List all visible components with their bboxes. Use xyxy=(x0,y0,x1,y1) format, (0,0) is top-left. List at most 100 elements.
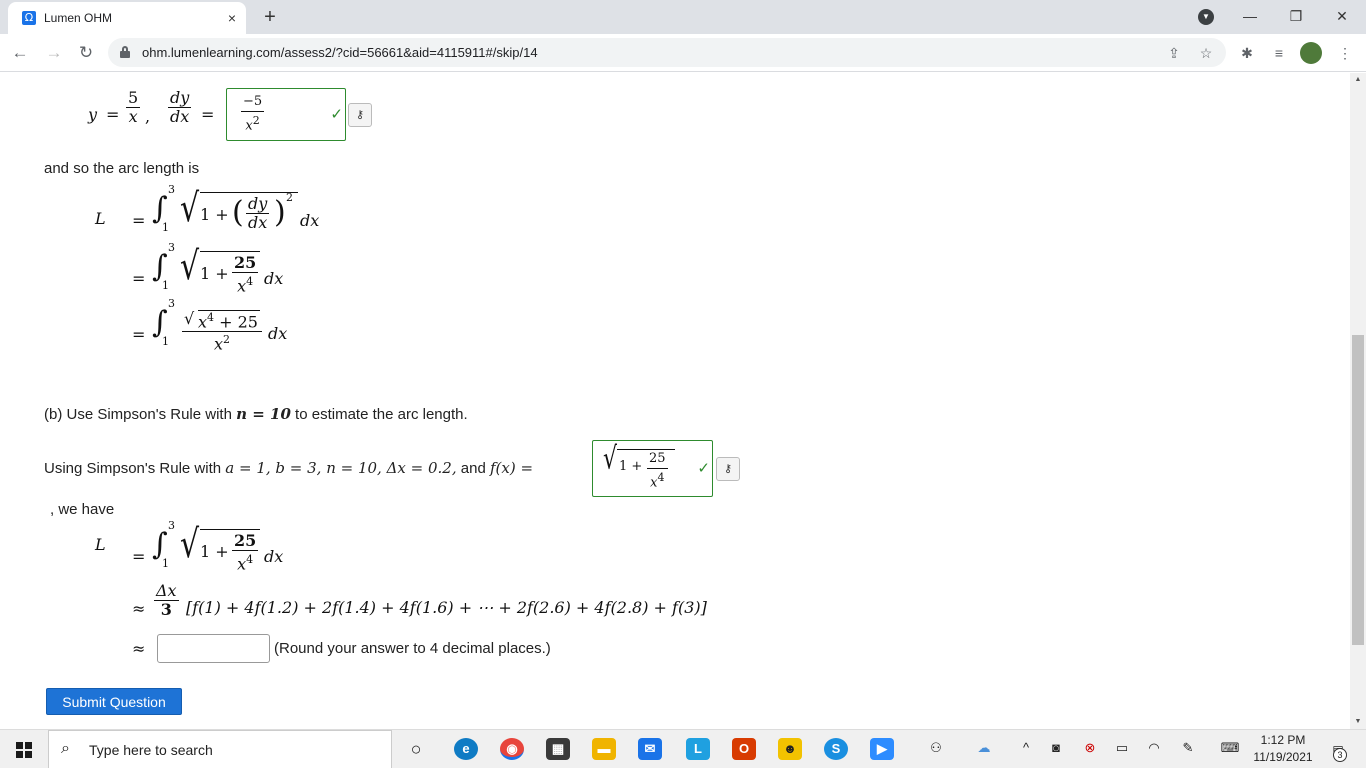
taskbar-search-box[interactable]: ⌕ Type here to search xyxy=(48,730,392,768)
extensions-puzzle-icon[interactable]: ✱ xyxy=(1236,42,1258,64)
microsoft-store-icon[interactable]: ▦ xyxy=(546,738,570,760)
omega-favicon-icon: Ω xyxy=(22,11,36,25)
zoom-icon[interactable]: ▶ xyxy=(870,738,894,760)
line4-equals: = xyxy=(132,547,146,566)
answer1-exponent: 2 xyxy=(252,114,260,127)
page-content: y = 5x , dy dx = −5 x2 ✓ ⚷ and so the arc … xyxy=(0,73,1350,729)
eq1-numerator: 5 xyxy=(128,88,139,107)
browser-tab-strip: Ω Lumen OHM × + ▼ — ❐ ✕ xyxy=(0,0,1366,34)
share-icon[interactable]: ⇪ xyxy=(1164,43,1184,63)
edge-browser-icon[interactable]: e xyxy=(454,738,478,760)
office-icon[interactable]: O xyxy=(732,738,756,760)
using-pre: Using Simpson's Rule with xyxy=(44,460,226,477)
left-paren: ( xyxy=(232,195,244,230)
pen-ink-icon[interactable]: ✎ xyxy=(1178,740,1198,756)
menu-kebab-icon[interactable]: ⋮ xyxy=(1334,42,1356,64)
approx-2: ≈ xyxy=(132,639,146,658)
show-hidden-icons-chevron-icon[interactable]: ^ xyxy=(1016,740,1036,755)
pet-app-icon[interactable]: ☻ xyxy=(778,738,802,760)
file-explorer-icon[interactable]: ▬ xyxy=(592,738,616,760)
start-button[interactable] xyxy=(0,730,48,768)
x-3: x xyxy=(198,312,208,332)
scroll-thumb[interactable] xyxy=(1352,335,1364,645)
cortana-circle-icon[interactable]: ○ xyxy=(404,738,428,760)
answer1-numerator: −5 xyxy=(243,94,263,109)
integral-sign-4: ∫ 3 1 xyxy=(152,519,175,570)
reading-list-icon[interactable]: ≡ xyxy=(1268,42,1290,64)
answer1-fraction: −5 x2 xyxy=(241,93,265,135)
answer1-x: x xyxy=(245,118,253,134)
onedrive-cloud-icon[interactable]: ☁ xyxy=(974,740,994,756)
profile-avatar[interactable] xyxy=(1300,42,1322,64)
battery-icon[interactable]: ▭ xyxy=(1112,740,1132,756)
search-placeholder: Type here to search xyxy=(89,742,213,758)
one-plus-2: 1 + xyxy=(200,264,229,283)
security-alert-icon[interactable]: ⊗ xyxy=(1080,740,1100,756)
minimize-button[interactable]: — xyxy=(1230,4,1270,28)
bookmark-star-icon[interactable]: ☆ xyxy=(1196,43,1216,63)
simpson-params: a = 1, b = 3, n = 10, Δx = 0.2, xyxy=(225,459,457,477)
windows-logo-icon xyxy=(16,742,32,758)
x-2: x xyxy=(237,276,247,296)
radicand-1: 1 + ( dy dx ) 2 xyxy=(200,191,298,232)
tab-close-icon[interactable]: × xyxy=(222,8,242,28)
dy-num-1: dy xyxy=(248,194,268,213)
dx-den-1: dx xyxy=(246,213,270,232)
restore-button[interactable]: ❐ xyxy=(1276,4,1316,28)
integral-sign-3: ∫ 3 1 xyxy=(152,297,175,348)
upper-limit-2: 3 xyxy=(168,241,175,254)
clock-time: 1:12 PM xyxy=(1260,733,1306,747)
lumen-l-app-icon[interactable]: L xyxy=(686,738,710,760)
line2-equals: = xyxy=(132,269,146,288)
page-scrollbar[interactable]: ▲ ▼ xyxy=(1350,73,1366,729)
fx-num25: 25 xyxy=(649,451,666,466)
reload-icon[interactable]: ↻ xyxy=(74,41,98,65)
radicand-2: 1 + 25 x4 xyxy=(200,251,260,295)
dx-2: dx xyxy=(264,269,284,288)
exp4-4: 4 xyxy=(246,553,254,566)
chrome-browser-icon[interactable]: ◉ xyxy=(500,738,524,760)
wifi-icon[interactable]: ◠ xyxy=(1144,740,1164,756)
square-exponent: 2 xyxy=(286,191,293,204)
people-icon[interactable]: ⚇ xyxy=(926,740,946,756)
show-answer-key-icon-2[interactable]: ⚷ xyxy=(716,457,740,481)
line3-equals: = xyxy=(132,325,146,344)
lower-limit-4: 1 xyxy=(162,557,169,570)
arc-length-answer-input[interactable] xyxy=(157,634,270,663)
close-window-button[interactable]: ✕ xyxy=(1322,4,1362,28)
radicand-4: 1 + 25 x4 xyxy=(200,529,260,573)
browser-tab-lumen-ohm[interactable]: Ω Lumen OHM × xyxy=(8,2,246,34)
skype-icon[interactable]: S xyxy=(824,738,848,760)
plus25-3: + 25 xyxy=(219,312,258,332)
integral-sign-2: ∫ 3 1 xyxy=(152,241,175,292)
scroll-down-arrow-icon[interactable]: ▼ xyxy=(1350,715,1366,729)
meet-now-icon[interactable]: ◙ xyxy=(1046,740,1066,755)
we-have-text: , we have xyxy=(50,501,115,518)
submit-question-button[interactable]: Submit Question xyxy=(46,688,182,715)
url-text: ohm.lumenlearning.com/assess2/?cid=56661… xyxy=(142,45,538,60)
fx-answer-box[interactable]: √ 1 + 25 x4 ✓ xyxy=(592,440,713,497)
mail-icon[interactable]: ✉ xyxy=(638,738,662,760)
exp2-3: 2 xyxy=(223,333,231,346)
arc-length-intro: and so the arc length is xyxy=(44,160,200,177)
eq1-equals: = xyxy=(106,105,120,124)
tab-search-chevron-icon[interactable]: ▼ xyxy=(1198,9,1214,25)
derivative-answer-box[interactable]: −5 x2 ✓ xyxy=(226,88,346,141)
one-plus-4: 1 + xyxy=(200,542,229,561)
system-clock[interactable]: 1:12 PM 11/19/2021 xyxy=(1244,732,1322,766)
notification-count-badge: 3 xyxy=(1333,748,1347,762)
eq1-equals-2: = xyxy=(201,105,215,124)
scroll-up-arrow-icon[interactable]: ▲ xyxy=(1350,73,1366,87)
show-answer-key-icon[interactable]: ⚷ xyxy=(348,103,372,127)
forward-arrow-icon[interactable]: → xyxy=(42,41,66,65)
and-text: and xyxy=(456,460,490,477)
touch-keyboard-icon[interactable]: ⌨ xyxy=(1218,740,1242,756)
back-arrow-icon[interactable]: ← xyxy=(8,41,32,65)
address-bar[interactable]: ohm.lumenlearning.com/assess2/?cid=56661… xyxy=(108,38,1226,67)
dx-1: dx xyxy=(300,211,320,230)
fx-label: f(x) = xyxy=(489,459,534,477)
fx-exp4: 4 xyxy=(657,471,665,484)
exp4-3: 4 xyxy=(207,311,215,324)
new-tab-button[interactable]: + xyxy=(258,5,282,29)
line2-integral: ∫ 3 1 xyxy=(152,241,176,292)
